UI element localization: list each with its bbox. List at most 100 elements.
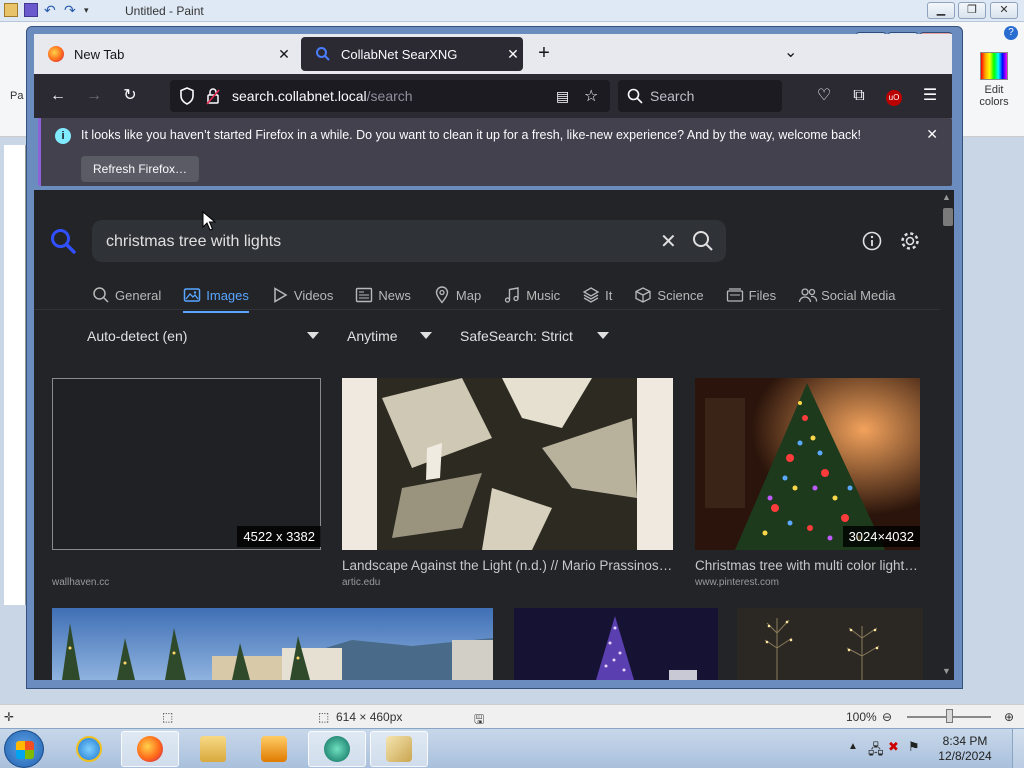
result-thumbnail[interactable] [52, 378, 321, 550]
scrollbar-thumb[interactable] [943, 208, 953, 226]
canvas-size-icon: ⬚ [318, 710, 330, 724]
result-title[interactable]: Christmas tree with multi color lights .… [695, 558, 923, 573]
redo-icon[interactable]: ↷ [64, 3, 78, 17]
action-center-flag-icon[interactable]: ⚑ [908, 739, 920, 755]
forward-arrow-icon[interactable]: → [84, 86, 104, 106]
map-pin-icon [433, 286, 451, 304]
taskbar-app[interactable] [308, 731, 366, 767]
result-thumbnail[interactable] [695, 378, 920, 550]
app-icon [324, 736, 350, 762]
result-thumbnail[interactable] [342, 378, 673, 550]
tab-files[interactable]: Files [726, 282, 776, 308]
search-bar[interactable]: Search [618, 80, 782, 112]
reload-icon[interactable]: ↻ [120, 86, 140, 106]
safesearch-select[interactable]: SafeSearch: Strict [460, 328, 609, 344]
paint-close-button[interactable]: ✕ [990, 2, 1018, 19]
image-result[interactable]: 3024×4032 Christmas tree with multi colo… [695, 378, 923, 593]
zoom-in-button[interactable]: ⊕ [1004, 710, 1014, 724]
tab-images[interactable]: Images [183, 282, 249, 313]
result-source: artic.edu [342, 577, 381, 588]
search-box[interactable]: christmas tree with lights ✕ [92, 220, 726, 262]
paint-maximize-button[interactable]: ❐ [958, 2, 986, 19]
reader-view-icon[interactable]: ▤ [556, 88, 569, 105]
result-thumbnail[interactable] [52, 608, 493, 680]
paste-button-label[interactable]: Pa [10, 90, 23, 102]
paint-minimize-button[interactable]: ▁ [927, 2, 955, 19]
settings-gear-icon[interactable] [899, 230, 921, 252]
save-icon[interactable] [24, 3, 38, 17]
image-result[interactable]: Landscape Against the Light (n.d.) // Ma… [342, 378, 673, 593]
image-result[interactable]: 4522 x 3382 wallhaven.cc [52, 378, 322, 593]
list-all-tabs-chevron-icon[interactable]: ⌄ [784, 42, 797, 62]
tab-close-icon[interactable]: ✕ [274, 46, 294, 63]
search-favicon-icon [315, 46, 331, 62]
image-result[interactable] [514, 608, 718, 680]
extensions-puzzle-icon[interactable]: ⧉ [849, 86, 869, 106]
tab-videos[interactable]: Videos [271, 282, 333, 308]
info-icon: i [55, 128, 71, 144]
pocket-icon[interactable]: ♡ [814, 86, 834, 106]
insecure-lock-icon[interactable] [206, 87, 220, 105]
tab-general[interactable]: General [92, 282, 161, 308]
tray-expand-icon[interactable]: ▲ [848, 741, 858, 752]
tab-it[interactable]: It [582, 282, 612, 308]
start-button[interactable] [4, 730, 44, 768]
image-result[interactable] [737, 608, 923, 680]
language-select[interactable]: Auto-detect (en) [87, 328, 319, 344]
url-path: /search [366, 88, 413, 104]
help-icon[interactable]: ? [1004, 26, 1018, 40]
taskbar-explorer[interactable] [184, 731, 242, 767]
taskbar-media-player[interactable] [245, 731, 303, 767]
clock-time: 8:34 PM [942, 734, 988, 748]
zoom-slider-thumb[interactable] [946, 709, 953, 723]
scroll-up-arrow-icon[interactable]: ▲ [942, 192, 951, 202]
time-range-select[interactable]: Anytime [347, 328, 432, 344]
tab-science[interactable]: Science [634, 282, 704, 308]
scroll-down-arrow-icon[interactable]: ▼ [942, 666, 951, 676]
zoom-out-button[interactable]: ⊖ [882, 710, 892, 724]
hamburger-menu-icon[interactable]: ☰ [920, 86, 940, 106]
paint-canvas[interactable] [4, 145, 26, 605]
tab-news[interactable]: News [355, 282, 411, 308]
tab-new-tab[interactable]: New Tab ✕ [34, 37, 294, 71]
tab-map[interactable]: Map [433, 282, 481, 308]
back-arrow-icon[interactable]: ← [48, 86, 68, 106]
tab-social-media[interactable]: Social Media [798, 282, 896, 308]
bookmark-star-icon[interactable]: ☆ [584, 86, 598, 106]
tab-close-icon[interactable]: ✕ [503, 46, 523, 63]
show-desktop-button[interactable] [1012, 729, 1024, 768]
tab-searxng[interactable]: CollabNet SearXNG ✕ [301, 37, 523, 71]
search-submit-icon[interactable] [692, 230, 714, 252]
undo-icon[interactable]: ↶ [44, 3, 58, 17]
notification-message: It looks like you haven’t started Firefo… [81, 128, 862, 142]
page-scrollbar[interactable]: ▲ ▼ [940, 190, 954, 680]
url-bar[interactable]: search.collabnet.local/search ▤ ☆ [170, 80, 610, 112]
navigation-toolbar: ← → ↻ search.collabnet.local/search ▤ ☆ … [34, 74, 952, 118]
network-icon[interactable]: 🖧 [868, 739, 884, 763]
info-circle-icon[interactable] [861, 230, 883, 252]
taskbar-ie[interactable] [60, 731, 118, 767]
result-thumbnail[interactable] [737, 608, 923, 680]
volume-muted-icon[interactable]: ✖ [888, 739, 899, 755]
searxng-logo-icon[interactable] [50, 228, 76, 254]
clock[interactable]: 8:34 PM 12/8/2024 [930, 734, 1000, 764]
new-tab-plus-icon[interactable]: + [532, 42, 556, 65]
people-icon [798, 286, 818, 304]
refresh-firefox-button[interactable]: Refresh Firefox… [81, 156, 200, 182]
taskbar-paint[interactable] [370, 731, 428, 767]
notification-close-icon[interactable]: ✕ [926, 126, 938, 143]
newspaper-icon [355, 286, 373, 304]
taskbar-firefox[interactable] [121, 731, 179, 767]
paint-app-icon[interactable] [4, 3, 18, 17]
dropdown-arrow-icon [420, 332, 432, 339]
ublock-origin-icon[interactable]: uO [884, 86, 904, 106]
result-thumbnail[interactable] [514, 608, 718, 680]
tracking-protection-shield-icon[interactable] [178, 86, 196, 106]
customize-toolbar-icon[interactable]: ▾ [84, 3, 98, 17]
image-result[interactable] [52, 608, 493, 680]
search-query-input[interactable]: christmas tree with lights [106, 233, 281, 251]
result-title[interactable]: Landscape Against the Light (n.d.) // Ma… [342, 558, 673, 573]
edit-colors-button[interactable]: Edit colors [974, 52, 1014, 108]
clear-search-icon[interactable]: ✕ [660, 229, 677, 254]
tab-music[interactable]: Music [503, 282, 560, 308]
